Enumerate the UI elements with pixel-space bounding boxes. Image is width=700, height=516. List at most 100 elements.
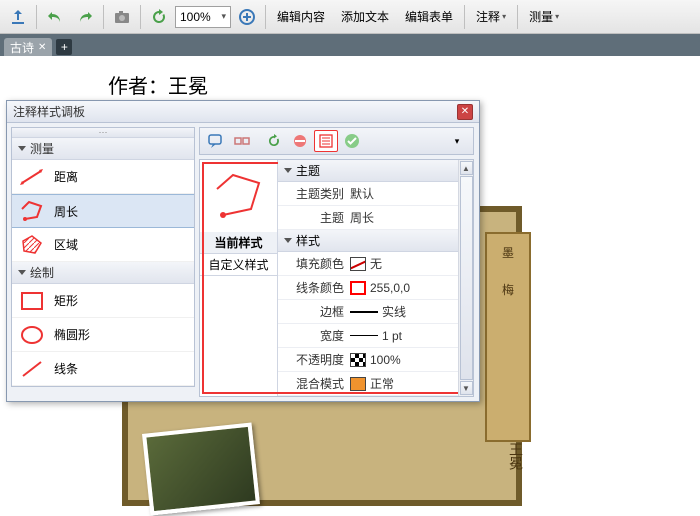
document-tab[interactable]: 古诗 ✕: [4, 38, 52, 56]
style-preview: [200, 160, 277, 232]
title-plaque: 墨 梅: [485, 232, 531, 442]
ellipse-icon: [18, 322, 46, 348]
triangle-down-icon: [18, 270, 26, 275]
separator: [140, 5, 141, 29]
panel-toolbar: ▾: [199, 127, 474, 155]
export-button[interactable]: [4, 3, 32, 31]
speech-bubble-icon: [208, 133, 224, 149]
separator: [517, 5, 518, 29]
property-list: 主题 主题类别 默认 主题 周长 样式 填充颜色: [278, 160, 473, 396]
link-style-button[interactable]: [230, 130, 254, 152]
row-theme-class[interactable]: 主题类别 默认: [278, 182, 458, 206]
row-border[interactable]: 边框 实线: [278, 300, 458, 324]
row-width[interactable]: 宽度 1 pt: [278, 324, 458, 348]
tab-current-style[interactable]: 当前样式: [200, 232, 277, 254]
link-icon: [234, 133, 250, 149]
item-line[interactable]: 线条: [12, 352, 194, 386]
snapshot-button[interactable]: [108, 3, 136, 31]
delete-button[interactable]: [288, 130, 312, 152]
separator: [36, 5, 37, 29]
row-line-color[interactable]: 线条颜色 255,0,0: [278, 276, 458, 300]
rectangle-icon: [18, 288, 46, 314]
export-icon: [9, 8, 27, 26]
zoom-control: 100% ▾: [175, 3, 261, 31]
measure-menu[interactable]: 测量▾: [522, 3, 566, 31]
redo-icon: [76, 8, 94, 26]
chevron-down-icon: ▾: [455, 136, 460, 147]
item-perimeter[interactable]: 周长: [12, 194, 194, 228]
perimeter-preview-icon: [209, 169, 269, 223]
item-distance[interactable]: 距离: [12, 160, 194, 194]
row-theme[interactable]: 主题 周长: [278, 206, 458, 230]
document-area: 作者：王冕 墨 梅 王冕 注释样式调板 ✕ ⋯ 测量 距离: [0, 56, 700, 501]
triangle-down-icon: [284, 168, 292, 173]
scroll-thumb[interactable]: [460, 176, 473, 380]
tab-custom-style[interactable]: 自定义样式: [200, 254, 277, 276]
category-draw[interactable]: 绘制: [12, 262, 194, 284]
triangle-down-icon: [284, 238, 292, 243]
orange-swatch-icon: [350, 377, 366, 391]
confirm-button[interactable]: [340, 130, 364, 152]
category-list: ⋯ 测量 距离 周长 区域 绘制: [11, 127, 195, 387]
chevron-down-icon: ▾: [555, 12, 559, 21]
category-measure[interactable]: 测量: [12, 138, 194, 160]
distance-icon: [18, 164, 46, 190]
annotate-menu[interactable]: 注释▾: [469, 3, 513, 31]
main-toolbar: 100% ▾ 编辑内容 添加文本 编辑表单 注释▾ 测量▾: [0, 0, 700, 34]
item-area[interactable]: 区域: [12, 228, 194, 262]
signature: 王冕: [504, 442, 524, 470]
checker-swatch-icon: [350, 353, 366, 367]
author-text: 作者：王冕: [108, 70, 208, 99]
grip-handle[interactable]: ⋯: [12, 128, 194, 138]
perimeter-icon: [18, 198, 46, 224]
panel-close-button[interactable]: ✕: [457, 104, 473, 120]
thin-line-icon: [350, 335, 378, 336]
row-blend-mode[interactable]: 混合模式 正常: [278, 372, 458, 396]
camera-icon: [113, 8, 131, 26]
zoom-field[interactable]: 100% ▾: [175, 6, 231, 28]
scrollbar[interactable]: ▲ ▼: [458, 160, 473, 396]
panel-titlebar[interactable]: 注释样式调板 ✕: [7, 101, 479, 123]
triangle-down-icon: [18, 146, 26, 151]
area-icon: [18, 232, 46, 258]
add-tab-button[interactable]: +: [56, 39, 72, 55]
apply-style-button[interactable]: [204, 130, 228, 152]
annotation-style-panel: 注释样式调板 ✕ ⋯ 测量 距离 周长: [6, 100, 480, 402]
close-icon[interactable]: ✕: [38, 42, 46, 53]
list-check-icon: [318, 133, 334, 149]
check-circle-icon: [344, 133, 360, 149]
refresh-icon: [266, 133, 282, 149]
plus-circle-icon: [238, 8, 256, 26]
refresh-button[interactable]: [262, 130, 286, 152]
add-text-menu[interactable]: 添加文本: [334, 3, 396, 31]
undo-button[interactable]: [41, 3, 69, 31]
properties-button[interactable]: [314, 130, 338, 152]
zoom-value: 100%: [180, 10, 211, 24]
zoom-in-button[interactable]: [233, 3, 261, 31]
solid-line-icon: [350, 311, 378, 313]
separator: [103, 5, 104, 29]
no-entry-icon: [292, 133, 308, 149]
edit-form-menu[interactable]: 编辑表单: [398, 3, 460, 31]
none-swatch-icon: [350, 257, 366, 271]
rotate-button[interactable]: [145, 3, 173, 31]
panel-menu-button[interactable]: ▾: [445, 130, 469, 152]
row-fill-color[interactable]: 填充颜色 无: [278, 252, 458, 276]
dropdown-icon: ▾: [221, 11, 226, 22]
item-ellipse[interactable]: 椭圆形: [12, 318, 194, 352]
chevron-down-icon: ▾: [502, 12, 506, 21]
edit-content-menu[interactable]: 编辑内容: [270, 3, 332, 31]
rotate-icon: [150, 8, 168, 26]
scroll-up-button[interactable]: ▲: [460, 161, 473, 175]
redo-button[interactable]: [71, 3, 99, 31]
section-style[interactable]: 样式: [278, 230, 458, 252]
red-swatch-icon: [350, 281, 366, 295]
style-editor: 当前样式 自定义样式 主题 主题类别 默认 主题: [199, 159, 474, 397]
scroll-down-button[interactable]: ▼: [460, 381, 473, 395]
section-theme[interactable]: 主题: [278, 160, 458, 182]
separator: [265, 5, 266, 29]
item-rectangle[interactable]: 矩形: [12, 284, 194, 318]
row-opacity[interactable]: 不透明度 100%: [278, 348, 458, 372]
panel-title-text: 注释样式调板: [13, 103, 85, 120]
undo-icon: [46, 8, 64, 26]
